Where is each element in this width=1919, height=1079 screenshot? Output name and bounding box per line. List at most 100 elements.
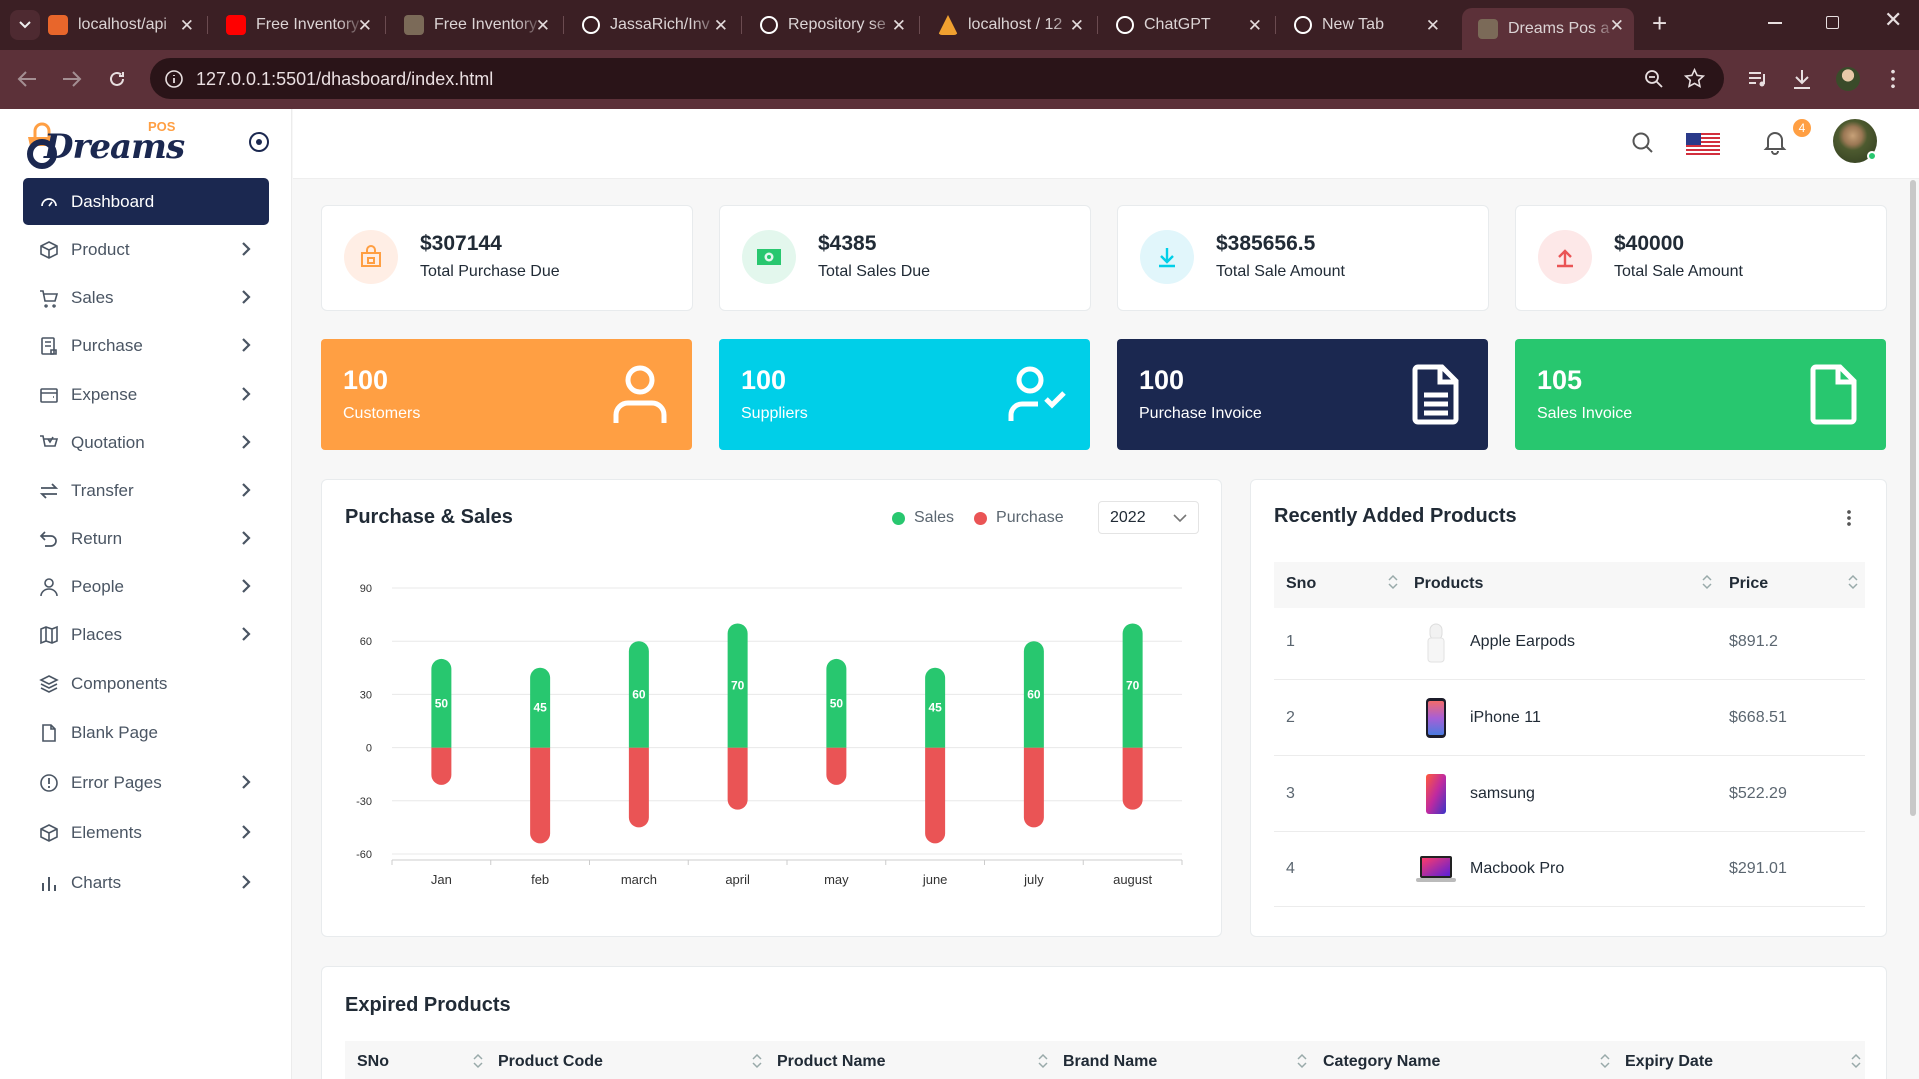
sidebar-item-elements[interactable]: Elements <box>23 809 269 856</box>
browser-tab[interactable]: localhost / 12 ✕ <box>922 8 1094 42</box>
browser-tab[interactable]: Repository se ✕ <box>744 8 916 42</box>
address-bar[interactable]: 127.0.0.1:5501/dhasboard/index.html <box>150 58 1724 99</box>
column-header-product-name[interactable]: Product Name <box>777 1053 885 1071</box>
sort-icon[interactable] <box>1702 574 1712 590</box>
column-header-sno[interactable]: Sno <box>1286 575 1316 593</box>
tab-close-icon[interactable]: ✕ <box>1426 16 1440 36</box>
search-icon[interactable] <box>1631 131 1655 155</box>
table-row[interactable]: 1 Apple Earpods $891.2 <box>1274 605 1865 680</box>
column-header-expiry-date[interactable]: Expiry Date <box>1625 1053 1713 1071</box>
page-scrollbar[interactable] <box>1910 180 1916 816</box>
tab-close-icon[interactable]: ✕ <box>1248 16 1262 36</box>
new-tab-button[interactable]: + <box>1652 8 1667 39</box>
browser-tab[interactable]: Free Inventory ✕ <box>210 8 382 42</box>
sidebar-item-charts[interactable]: Charts <box>23 859 269 906</box>
sidebar-item-purchase[interactable]: Purchase <box>23 322 269 369</box>
zoom-icon[interactable] <box>1644 69 1664 89</box>
purchase-bar[interactable] <box>431 747 452 785</box>
browser-tab[interactable]: localhost/api ✕ <box>32 8 204 42</box>
tab-close-icon[interactable]: ✕ <box>358 16 372 36</box>
purchase-bar[interactable] <box>727 747 748 810</box>
sidebar-item-product[interactable]: Product <box>23 226 269 273</box>
purchase-bar[interactable] <box>1122 747 1143 810</box>
close-window-button[interactable]: ✕ <box>1884 7 1902 33</box>
column-header-sno[interactable]: SNo <box>357 1053 389 1071</box>
stat-value: $40000 <box>1614 232 1685 255</box>
browser-tab[interactable]: JassaRich/Inv ✕ <box>566 8 738 42</box>
column-header-product-code[interactable]: Product Code <box>498 1053 603 1071</box>
sidebar-item-people[interactable]: People <box>23 563 269 610</box>
browser-menu-icon[interactable] <box>1891 68 1895 90</box>
sort-icon[interactable] <box>473 1053 483 1069</box>
product-name-link[interactable]: samsung <box>1470 785 1535 803</box>
sort-icon[interactable] <box>1851 1053 1861 1069</box>
bookmark-star-icon[interactable] <box>1684 68 1705 89</box>
notification-bell-icon[interactable] <box>1763 129 1787 155</box>
sort-icon[interactable] <box>1388 574 1398 590</box>
tab-close-icon[interactable]: ✕ <box>1070 16 1084 36</box>
sidebar-item-blank-page[interactable]: Blank Page <box>23 709 269 756</box>
sort-icon[interactable] <box>1038 1053 1048 1069</box>
tab-close-icon[interactable]: ✕ <box>1610 16 1624 36</box>
sort-icon[interactable] <box>752 1053 762 1069</box>
year-select[interactable]: 2022 <box>1098 501 1199 534</box>
purchase-bar[interactable] <box>1023 747 1044 828</box>
sidebar-item-error-pages[interactable]: Error Pages <box>23 759 269 806</box>
sidebar-item-sales[interactable]: Sales <box>23 274 269 321</box>
table-row[interactable]: 3 samsung $522.29 <box>1274 757 1865 832</box>
us-flag-icon[interactable] <box>1686 133 1720 155</box>
tab-close-icon[interactable]: ✕ <box>180 16 194 36</box>
sidebar-item-expense[interactable]: Expense <box>23 371 269 418</box>
column-header-price[interactable]: Price <box>1729 575 1768 593</box>
browser-tab[interactable]: Free Inventory ✕ <box>388 8 560 42</box>
sort-icon[interactable] <box>1848 574 1858 590</box>
download-icon[interactable] <box>1792 68 1812 90</box>
product-name-link[interactable]: Macbook Pro <box>1470 860 1564 878</box>
purchase-bar[interactable] <box>530 747 551 844</box>
sidebar-item-dashboard[interactable]: Dashboard <box>23 178 269 225</box>
table-row[interactable]: 4 Macbook Pro $291.01 <box>1274 832 1865 907</box>
restore-button[interactable] <box>1826 16 1839 29</box>
count-card-sales-invoice[interactable]: 105 Sales Invoice <box>1515 339 1886 450</box>
sidebar-item-places[interactable]: Places <box>23 611 269 658</box>
alert-icon <box>39 773 59 793</box>
sidebar-item-return[interactable]: Return <box>23 515 269 562</box>
sidebar-item-label: Charts <box>71 872 122 892</box>
logo[interactable]: Dreams POS <box>24 119 185 169</box>
count-card-purchase-invoice[interactable]: 100 Purchase Invoice <box>1117 339 1488 450</box>
browser-tab[interactable]: ChatGPT ✕ <box>1100 8 1272 42</box>
media-control-icon[interactable] <box>1748 70 1768 88</box>
count-value: 105 <box>1537 365 1583 395</box>
kebab-menu-icon[interactable] <box>1847 509 1851 527</box>
stat-value: $307144 <box>420 232 502 255</box>
row-sno: 3 <box>1286 785 1295 802</box>
product-name-link[interactable]: Apple Earpods <box>1470 633 1575 651</box>
count-card-suppliers[interactable]: 100 Suppliers <box>719 339 1090 450</box>
forward-icon[interactable] <box>62 70 82 88</box>
minimize-button[interactable] <box>1768 22 1782 24</box>
profile-avatar[interactable] <box>1836 67 1860 91</box>
sort-icon[interactable] <box>1600 1053 1610 1069</box>
count-card-customers[interactable]: 100 Customers <box>321 339 692 450</box>
site-info-icon[interactable] <box>164 69 184 89</box>
column-header-category-name[interactable]: Category Name <box>1323 1053 1440 1071</box>
sidebar-item-transfer[interactable]: Transfer <box>23 467 269 514</box>
sort-icon[interactable] <box>1297 1053 1307 1069</box>
browser-tab[interactable]: Dreams Pos a ✕ <box>1462 8 1634 50</box>
purchase-bar[interactable] <box>628 747 649 828</box>
column-header-products[interactable]: Products <box>1414 575 1483 593</box>
column-header-brand-name[interactable]: Brand Name <box>1063 1053 1157 1071</box>
sidebar-item-quotation[interactable]: Quotation <box>23 419 269 466</box>
product-name-link[interactable]: iPhone 11 <box>1470 709 1541 727</box>
tab-close-icon[interactable]: ✕ <box>536 16 550 36</box>
purchase-bar[interactable] <box>826 747 847 785</box>
purchase-bar[interactable] <box>925 747 946 844</box>
tab-close-icon[interactable]: ✕ <box>714 16 728 36</box>
sidebar-toggle-icon[interactable] <box>248 131 270 153</box>
reload-icon[interactable] <box>107 69 127 89</box>
sidebar-item-components[interactable]: Components <box>23 660 269 707</box>
tab-close-icon[interactable]: ✕ <box>892 16 906 36</box>
table-row[interactable]: 2 iPhone 11 $668.51 <box>1274 681 1865 756</box>
browser-tab[interactable]: New Tab ✕ <box>1278 8 1450 42</box>
back-icon[interactable] <box>17 70 37 88</box>
